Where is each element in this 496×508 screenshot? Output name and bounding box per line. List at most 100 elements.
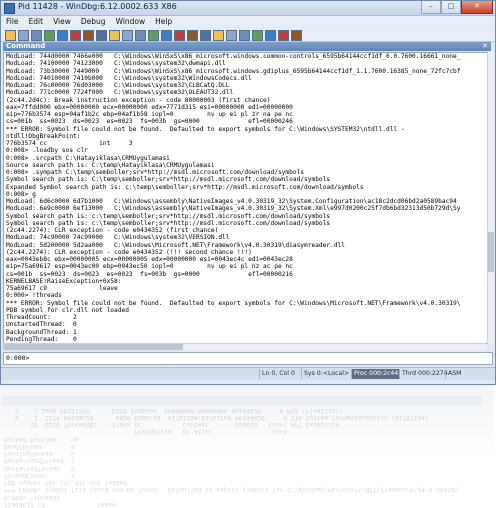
- output-line: PDB symbol for clr.dll not loaded: [6, 306, 129, 314]
- open-icon[interactable]: [5, 30, 16, 41]
- command-pane-header: Command ✕: [3, 42, 491, 51]
- source-mode-icon[interactable]: [265, 30, 276, 41]
- maximize-button[interactable]: □: [441, 1, 461, 14]
- font-icon[interactable]: [278, 30, 289, 41]
- status-process: Proc 000:2c44: [351, 369, 400, 379]
- menu-window[interactable]: Window: [111, 16, 151, 27]
- output-line: 776b3574 cc int 3: [6, 140, 133, 147]
- watch-icon[interactable]: [174, 30, 185, 41]
- output-line: 0:008> .sympath C:\temp\semboller;srv*ht…: [6, 169, 305, 176]
- windbg-app-icon: [4, 3, 15, 14]
- output-line: KERNELBASE!RaiseException+0x58:: [6, 277, 122, 285]
- options-icon[interactable]: [291, 30, 302, 41]
- minimize-button[interactable]: –: [421, 1, 441, 14]
- restart-icon[interactable]: [70, 30, 81, 41]
- vertical-scroll-thumb[interactable]: [488, 232, 494, 272]
- output-line: (2c44.2d4c): Break instruction exception…: [6, 96, 271, 104]
- status-asm: ASM: [445, 369, 462, 379]
- output-line: ModLoad: 6e9c0000 6ef13000 C:\Windows\as…: [6, 205, 461, 213]
- reflected-line: BackgroundThread: 1: [4, 457, 75, 465]
- reflected-output: 75a69617 c9 leave 0:000> !threads *** ERRO…: [2, 386, 482, 508]
- step-over-icon[interactable]: [122, 30, 133, 41]
- title-bar[interactable]: Pid 11428 - WinDbg:6.12.0002.633 X86 – □…: [1, 1, 495, 16]
- output-line: ModLoad: 74c90000 74c99000 C:\Windows\sy…: [6, 234, 230, 242]
- command-input-row: 0:000>: [3, 352, 493, 365]
- command-output[interactable]: ModLoad: 744d0000 7466e000 C:\Windows\Wi…: [3, 52, 488, 344]
- reflected-line: *** ERROR: Symbol file could not be foun…: [4, 486, 459, 494]
- paste-icon[interactable]: [44, 30, 55, 41]
- cut-icon[interactable]: [18, 30, 29, 41]
- menu-debug[interactable]: Debug: [76, 16, 111, 27]
- reflected-line: PDB symbol for clr.dll not loaded: [4, 479, 127, 487]
- output-line: eax=7ffdd000 ebx=00000000 ecx=00000000 e…: [6, 103, 293, 111]
- output-line: UnstartedThread: 0: [6, 321, 77, 329]
- windbg-window: Pid 11428 - WinDbg:6.12.0002.633 X86 – □…: [0, 0, 496, 385]
- stop-icon[interactable]: [83, 30, 94, 41]
- reflected-line: PendingThread: 0: [4, 450, 75, 458]
- output-line: ModLoad: 76c00000 76d03000 C:\Windows\sy…: [6, 82, 230, 89]
- output-line: eip=776b3574 esp=04af1b2c ebp=04af1b58 i…: [6, 111, 293, 118]
- menu-edit[interactable]: Edit: [24, 16, 49, 27]
- call-stack-icon[interactable]: [226, 30, 237, 41]
- command-prompt: 0:000>: [6, 354, 30, 362]
- window-title: Pid 11428 - WinDbg:6.12.0002.633 X86: [18, 2, 177, 11]
- step-into-icon[interactable]: [109, 30, 120, 41]
- toolbar: [1, 28, 495, 42]
- output-line: Symbol search path is: C:\temp\semboller…: [6, 176, 331, 184]
- output-line: ModLoad: 5d200000 5d2aa000 C:\Windows\Mi…: [6, 241, 345, 249]
- status-position: Ln 0, Col 0: [259, 369, 302, 379]
- go-icon[interactable]: [57, 30, 68, 41]
- output-line: ModLoad: 74100000 74123000 C:\Windows\sy…: [6, 60, 226, 68]
- output-line: eip=75a69617 esp=0043ec00 ebp=0043ec50 i…: [6, 263, 293, 271]
- output-line: 0:008> .srcpath C:\Hatayiklasa\CRMUygula…: [6, 154, 170, 162]
- output-line: 0:008> .loadby sos clr: [6, 147, 88, 155]
- window-controls: – □ ✕: [421, 1, 493, 14]
- close-button[interactable]: ✕: [461, 1, 493, 14]
- run-to-cursor-icon[interactable]: [148, 30, 159, 41]
- output-line: 0:000> !threads: [6, 292, 62, 300]
- output-line: cs=001b ss=0023 ds=0023 es=0023 fs=003b …: [6, 118, 293, 126]
- output-line: 75a69617 c9 leave: [6, 285, 118, 292]
- output-line: 0:008> g: [6, 190, 36, 198]
- reflected-line: DeadThread: 0: [4, 443, 75, 450]
- command-input[interactable]: [30, 353, 488, 363]
- reflected-line: ID OSID ThreadOBJ State GC Context Domai…: [4, 421, 340, 429]
- output-line: ntdll!DbgBreakPoint:: [6, 132, 81, 140]
- output-line: (2c44.2274): CLR exception - code e04343…: [6, 248, 252, 256]
- reflected-line: PreEmptive GC Alloc Lock: [4, 428, 288, 436]
- registers-icon[interactable]: [200, 30, 211, 41]
- disassembly-icon[interactable]: [239, 30, 250, 41]
- reflected-line: UnstartedThread: 0: [4, 464, 75, 472]
- reflected-line: 0 1 2274 0014ac28 6020 Enabled 017b1204:…: [4, 414, 429, 421]
- output-line: ModLoad: 74010000 7410b000 C:\Windows\sy…: [6, 74, 252, 82]
- menu-help[interactable]: Help: [150, 16, 177, 27]
- step-out-icon[interactable]: [135, 30, 146, 41]
- horizontal-scroll-thumb[interactable]: [3, 344, 183, 350]
- pane-close-icon[interactable]: ✕: [482, 42, 488, 51]
- horizontal-scrollbar[interactable]: [3, 343, 486, 350]
- break-icon[interactable]: [96, 30, 107, 41]
- output-line: Symbol search path is: c:\temp\semboller…: [6, 219, 331, 227]
- command-pane-title: Command: [6, 42, 46, 50]
- output-line: ModLoad: 744d0000 7466e000 C:\Windows\Wi…: [6, 53, 461, 60]
- menu-view[interactable]: View: [48, 16, 76, 27]
- reflected-line: 75a69617 c9 leave: [4, 501, 116, 508]
- status-system: Sys 0:<Local>: [301, 369, 352, 379]
- reflected-line: 0:000> !threads: [4, 493, 60, 501]
- output-line: Symbol search path is: c:\temp\semboller…: [6, 212, 331, 220]
- vertical-scrollbar[interactable]: [487, 52, 494, 344]
- memory-icon[interactable]: [213, 30, 224, 41]
- copy-icon[interactable]: [31, 30, 42, 41]
- output-line: Expanded Symbol search path is: c:\temp\…: [6, 183, 364, 191]
- menu-file[interactable]: File: [1, 16, 24, 27]
- locals-icon[interactable]: [187, 30, 198, 41]
- output-line: ThreadCount: 2: [6, 314, 77, 321]
- output-line: *** ERROR: Symbol file could not be foun…: [6, 299, 461, 307]
- reflected-line: 2 2 2e50 0015f250 b220 Enabled 00000000:…: [4, 406, 343, 414]
- output-line: PendingThread: 0: [6, 335, 77, 343]
- command-window-icon[interactable]: [161, 30, 172, 41]
- output-line: BackgroundThread: 1: [6, 328, 77, 336]
- scratch-pad-icon[interactable]: [252, 30, 263, 41]
- output-line: (2c44.2274): CLR exception - code e04343…: [6, 227, 219, 234]
- reflected-status-bar: [2, 396, 482, 407]
